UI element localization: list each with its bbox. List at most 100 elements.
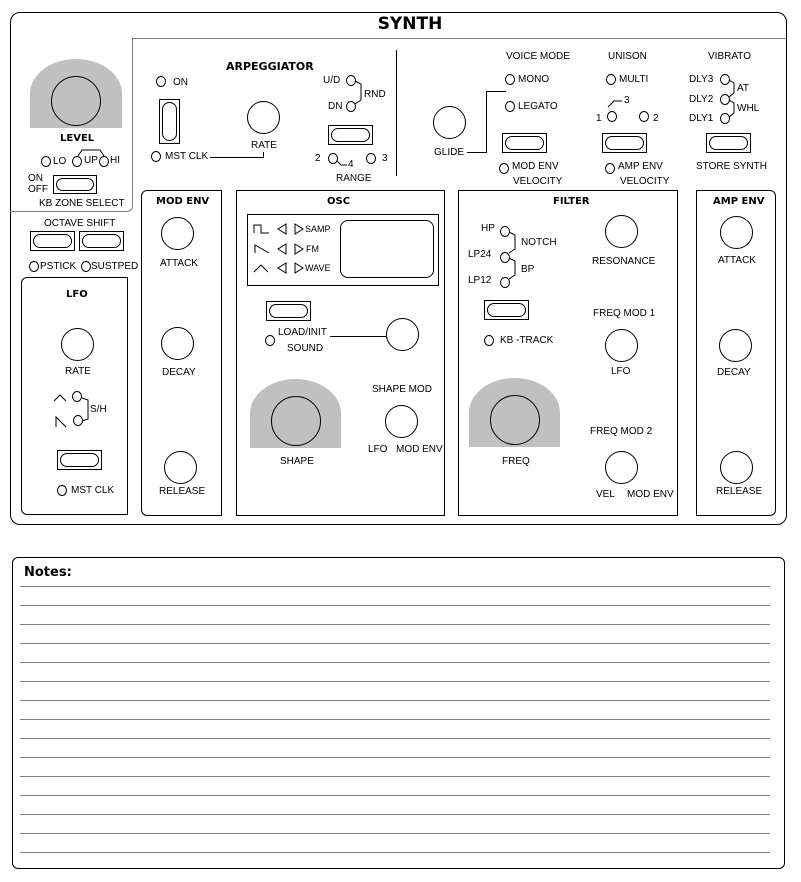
voice-mode-button[interactable]: [502, 133, 547, 153]
vibrato-title: VIBRATO: [708, 51, 751, 62]
osc-right-arrow-icon[interactable]: [294, 243, 304, 255]
osc-right-arrow-icon[interactable]: [294, 223, 304, 235]
note-line[interactable]: [20, 757, 770, 758]
led-sustped[interactable]: [81, 261, 91, 272]
whl-label: WHL: [737, 103, 760, 114]
mod-env-vel-label1: MOD ENV: [512, 161, 559, 172]
note-line[interactable]: [20, 681, 770, 682]
led-amp-env-velocity[interactable]: [605, 163, 615, 174]
arp-range-button[interactable]: [328, 125, 373, 145]
amp-env-decay-knob[interactable]: [719, 329, 752, 362]
arp-range-label: RANGE: [336, 173, 372, 184]
shape-knob[interactable]: [271, 396, 321, 446]
led-arp-mst-clk[interactable]: [151, 151, 161, 162]
osc-left-arrow-icon[interactable]: [277, 243, 287, 255]
unison-1: 1: [596, 113, 602, 124]
lfo-wave-button[interactable]: [57, 450, 102, 470]
dly3-label: DLY3: [689, 74, 714, 85]
led-arp-on[interactable]: [156, 76, 166, 87]
led-arp-range-3[interactable]: [366, 153, 376, 164]
shape-label: SHAPE: [280, 456, 314, 467]
amp-env-release-label: RELEASE: [716, 486, 763, 497]
led-load-init[interactable]: [265, 335, 275, 346]
amp-env-attack-knob[interactable]: [720, 216, 753, 249]
led-lfo-mst-clk[interactable]: [57, 485, 67, 496]
note-line[interactable]: [20, 738, 770, 739]
level-knob[interactable]: [51, 76, 101, 126]
store-synth-button[interactable]: [706, 133, 751, 153]
note-line[interactable]: [20, 776, 770, 777]
osc-right-arrow-icon[interactable]: [294, 262, 304, 274]
multi-label: MULTI: [619, 74, 649, 85]
led-lfo-tri[interactable]: [72, 391, 82, 402]
led-unison-2[interactable]: [639, 111, 649, 122]
led-pstick[interactable]: [29, 261, 39, 272]
glide-label: GLIDE: [434, 147, 465, 158]
freq-knob[interactable]: [490, 395, 540, 445]
note-line[interactable]: [20, 833, 770, 834]
led-legato[interactable]: [505, 101, 515, 112]
note-line[interactable]: [20, 605, 770, 606]
triangle-wave-icon: [53, 394, 67, 402]
glide-knob[interactable]: [433, 106, 466, 139]
osc-fine-knob[interactable]: [386, 318, 419, 351]
led-mono[interactable]: [505, 74, 515, 85]
led-hi[interactable]: [99, 156, 109, 167]
load-connector: [330, 336, 386, 337]
lp12-label: LP12: [468, 275, 492, 286]
arp-rate-knob[interactable]: [247, 101, 280, 134]
arp-on-button[interactable]: [159, 99, 180, 144]
load-init-button[interactable]: [266, 301, 311, 321]
filter-type-button[interactable]: [484, 300, 529, 320]
notes-label: Notes:: [24, 565, 72, 580]
led-lo[interactable]: [41, 156, 51, 167]
unison-title: UNISON: [608, 51, 647, 62]
unison-button[interactable]: [602, 133, 647, 153]
shape-mod-knob[interactable]: [385, 405, 418, 438]
amp-env-release-knob[interactable]: [720, 451, 753, 484]
arp-on-label: ON: [173, 77, 188, 88]
shape-mod-env-label: MOD ENV: [396, 444, 443, 455]
octave-up-button[interactable]: [79, 231, 124, 251]
mod-env-attack-knob[interactable]: [161, 217, 194, 250]
note-line[interactable]: [20, 795, 770, 796]
led-mod-env-velocity[interactable]: [499, 163, 509, 174]
store-synth-label: STORE SYNTH: [696, 161, 767, 172]
note-line[interactable]: [20, 814, 770, 815]
freq-mod2-vel-label: VEL: [596, 489, 615, 500]
osc-display: [340, 220, 434, 278]
freq-mod2-knob[interactable]: [605, 451, 638, 484]
glide-connector-h: [467, 152, 487, 153]
mod-env-release-knob[interactable]: [164, 451, 197, 484]
note-line[interactable]: [20, 643, 770, 644]
osc-left-arrow-icon[interactable]: [277, 223, 287, 235]
octave-shift-label: OCTAVE SHIFT: [44, 218, 116, 229]
lfo-rate-knob[interactable]: [61, 328, 94, 361]
freq-mod1-knob[interactable]: [605, 329, 638, 362]
freq-mod2-env-label: MOD ENV: [627, 489, 674, 500]
osc-left-arrow-icon[interactable]: [277, 262, 287, 274]
resonance-knob[interactable]: [605, 215, 638, 248]
note-line[interactable]: [20, 624, 770, 625]
octave-down-button[interactable]: [30, 231, 75, 251]
top-divider-line: [132, 38, 133, 188]
note-line[interactable]: [20, 662, 770, 663]
note-line[interactable]: [20, 852, 770, 853]
kb-zone-label: KB ZONE SELECT: [39, 198, 125, 209]
note-line[interactable]: [20, 700, 770, 701]
led-unison-1[interactable]: [607, 111, 617, 122]
kb-zone-button[interactable]: [53, 175, 97, 194]
legato-label: LEGATO: [518, 101, 558, 112]
freq-mod1-lfo-label: LFO: [611, 366, 631, 377]
panel-title: SYNTH: [377, 14, 443, 34]
note-line[interactable]: [20, 586, 770, 587]
led-up[interactable]: [72, 156, 82, 167]
kb-track-label: KB -TRACK: [500, 335, 554, 346]
voice-mode-title: VOICE MODE: [506, 51, 570, 62]
led-multi[interactable]: [606, 74, 616, 85]
note-line[interactable]: [20, 719, 770, 720]
level-label: LEVEL: [60, 133, 95, 144]
glide-connector-top: [486, 91, 506, 92]
mod-env-decay-knob[interactable]: [161, 327, 194, 360]
led-kb-track[interactable]: [484, 335, 494, 346]
